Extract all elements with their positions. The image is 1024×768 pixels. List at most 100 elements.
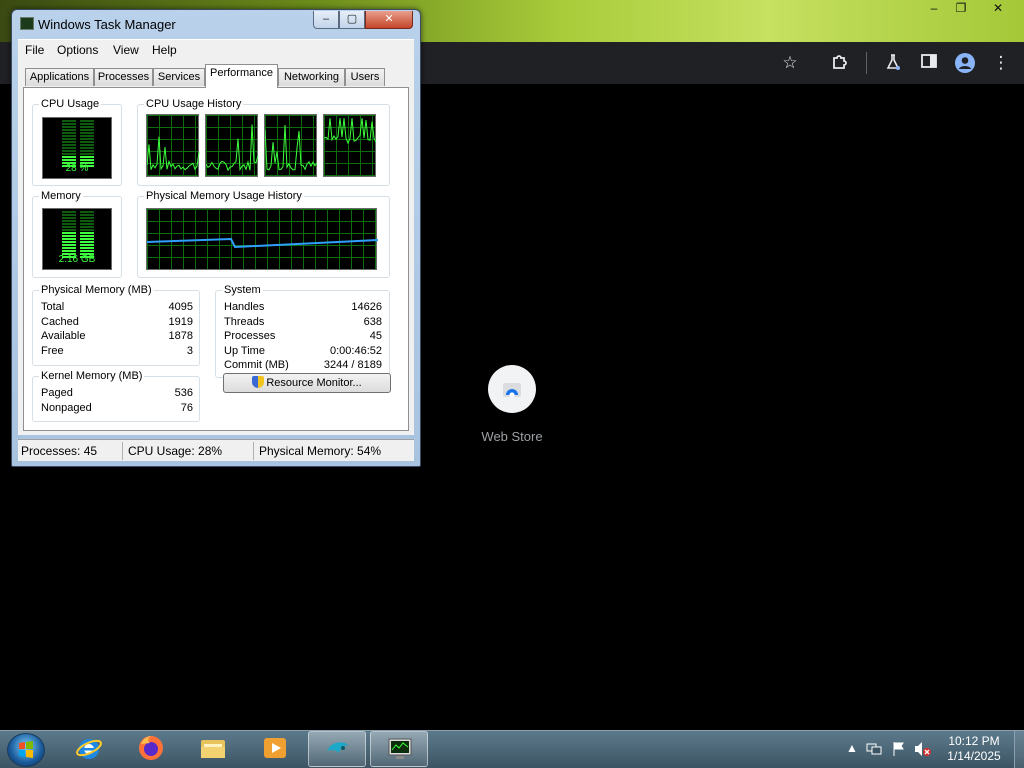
cpu-meter-segment xyxy=(80,129,94,131)
status-separator xyxy=(122,442,123,460)
webstore-label[interactable]: Web Store xyxy=(462,429,562,444)
tab-processes[interactable]: Processes xyxy=(94,68,153,86)
resource-monitor-button[interactable]: Resource Monitor... xyxy=(223,373,391,393)
window-title: Windows Task Manager xyxy=(38,17,176,32)
cpu-meter-segment xyxy=(80,141,94,143)
cpu-meter-segment xyxy=(62,132,76,134)
cpu-meter-segment xyxy=(62,159,76,161)
clock[interactable]: 10:12 PM 1/14/2025 xyxy=(938,734,1010,764)
windows-logo-icon xyxy=(19,741,33,758)
memory-label: Memory xyxy=(39,190,83,202)
task-manager-client: Applications Processes Services Performa… xyxy=(18,59,414,435)
taskbar-internet-explorer[interactable] xyxy=(60,731,118,767)
memory-meter-segment xyxy=(80,238,94,240)
memory-meter-segment xyxy=(62,217,76,219)
stat-row: Nonpaged 76 xyxy=(41,402,193,414)
cpu-usage-meter: 28 % xyxy=(42,117,112,179)
show-hidden-icons-button[interactable]: ▲ xyxy=(846,741,858,755)
volume-muted-icon[interactable] xyxy=(914,741,932,760)
memory-meter-segment xyxy=(80,232,94,234)
cpu-history-group: CPU Usage History xyxy=(137,98,390,186)
tab-services[interactable]: Services xyxy=(153,68,205,86)
cpu-meter-segment xyxy=(62,144,76,146)
memory-meter-segment xyxy=(80,226,94,228)
memory-meter-segment xyxy=(62,211,76,213)
memory-group: Memory 2.16 GB xyxy=(32,190,122,278)
memory-meter-segment xyxy=(80,235,94,237)
menu-options[interactable]: Options xyxy=(57,43,98,57)
folder-icon xyxy=(201,740,225,758)
network-icon[interactable] xyxy=(866,741,882,760)
tab-applications[interactable]: Applications xyxy=(25,68,94,86)
system-label: System xyxy=(222,284,263,296)
stat-row: Free 3 xyxy=(41,345,193,357)
taskbar-task-manager[interactable] xyxy=(370,731,428,767)
system-group: System Handles 14626 Threads 638 Processes… xyxy=(215,284,390,378)
cpu-core-4-graph xyxy=(323,114,377,177)
menu-help[interactable]: Help xyxy=(152,43,177,57)
cpu-meter-segment xyxy=(80,147,94,149)
memory-history-graph xyxy=(146,208,379,270)
stat-row: Threads 638 xyxy=(224,316,382,328)
status-cpu: CPU Usage: 28% xyxy=(128,444,223,458)
clock-date: 1/14/2025 xyxy=(947,749,1001,763)
memory-meter-segment xyxy=(80,217,94,219)
menu-icon[interactable]: ⋮ xyxy=(990,52,1012,74)
cpu-history-label: CPU Usage History xyxy=(144,98,244,110)
cpu-history-trace xyxy=(264,124,318,171)
memory-history-group: Physical Memory Usage History xyxy=(137,190,390,278)
cpu-meter-segment xyxy=(62,135,76,137)
menu-file[interactable]: File xyxy=(25,43,44,57)
maximize-button[interactable]: ▢ xyxy=(339,11,365,29)
clock-time: 10:12 PM xyxy=(948,734,1000,748)
stat-row: Cached 1919 xyxy=(41,316,193,328)
cpu-core-3-graph xyxy=(264,114,318,177)
taskbar-app-manager[interactable] xyxy=(308,731,366,767)
minimize-button[interactable]: – xyxy=(313,11,339,29)
cpu-meter-segment xyxy=(62,126,76,128)
memory-meter-segment xyxy=(80,223,94,225)
internet-explorer-icon xyxy=(76,739,102,759)
taskbar-firefox[interactable] xyxy=(122,731,180,767)
tab-performance[interactable]: Performance xyxy=(205,64,278,88)
memory-meter-segment xyxy=(80,247,94,249)
stat-row: Commit (MB) 3244 / 8189 xyxy=(224,359,382,371)
show-desktop-button[interactable] xyxy=(1014,731,1024,768)
labs-icon[interactable] xyxy=(882,52,904,74)
cpu-meter-segment xyxy=(80,138,94,140)
webstore-shortcut[interactable] xyxy=(488,365,536,413)
profile-icon[interactable] xyxy=(954,52,976,74)
stat-row: Total 4095 xyxy=(41,301,193,313)
memory-meter-segment xyxy=(62,238,76,240)
stat-row: Paged 536 xyxy=(41,387,193,399)
close-button[interactable]: ✕ xyxy=(365,11,413,29)
browser-maximize-button[interactable]: ❐ xyxy=(945,0,977,18)
action-center-flag-icon[interactable] xyxy=(892,741,906,760)
extension-icon[interactable] xyxy=(829,52,851,74)
taskbar-media-player[interactable] xyxy=(246,731,304,767)
stat-row: Available 1878 xyxy=(41,330,193,342)
resource-monitor-label: Resource Monitor... xyxy=(266,377,362,389)
uac-shield-icon xyxy=(252,376,265,388)
cpu-core-2-graph xyxy=(205,114,259,177)
cpu-meter-segment xyxy=(80,159,94,161)
sidepanel-icon[interactable] xyxy=(918,52,940,74)
menu-bar: File Options View Help xyxy=(18,39,414,59)
start-button[interactable] xyxy=(7,733,45,767)
cpu-meter-segment xyxy=(80,132,94,134)
firefox-icon xyxy=(139,736,163,760)
physical-memory-group: Physical Memory (MB) Total 4095 Cached 191… xyxy=(32,284,200,366)
taskbar-windows-explorer[interactable] xyxy=(184,731,242,767)
kernel-memory-label: Kernel Memory (MB) xyxy=(39,370,145,382)
cpu-meter-segment xyxy=(62,120,76,122)
cpu-meter-segment xyxy=(62,153,76,155)
status-bar: Processes: 45 CPU Usage: 28% Physical Me… xyxy=(18,439,414,461)
status-memory: Physical Memory: 54% xyxy=(259,444,382,458)
tab-users[interactable]: Users xyxy=(345,68,385,86)
cpu-meter-segment xyxy=(62,123,76,125)
browser-close-button[interactable]: ✕ xyxy=(982,0,1014,18)
star-icon[interactable]: ☆ xyxy=(779,52,801,74)
tab-networking[interactable]: Networking xyxy=(278,68,345,86)
memory-meter-segment xyxy=(62,229,76,231)
menu-view[interactable]: View xyxy=(113,43,139,57)
